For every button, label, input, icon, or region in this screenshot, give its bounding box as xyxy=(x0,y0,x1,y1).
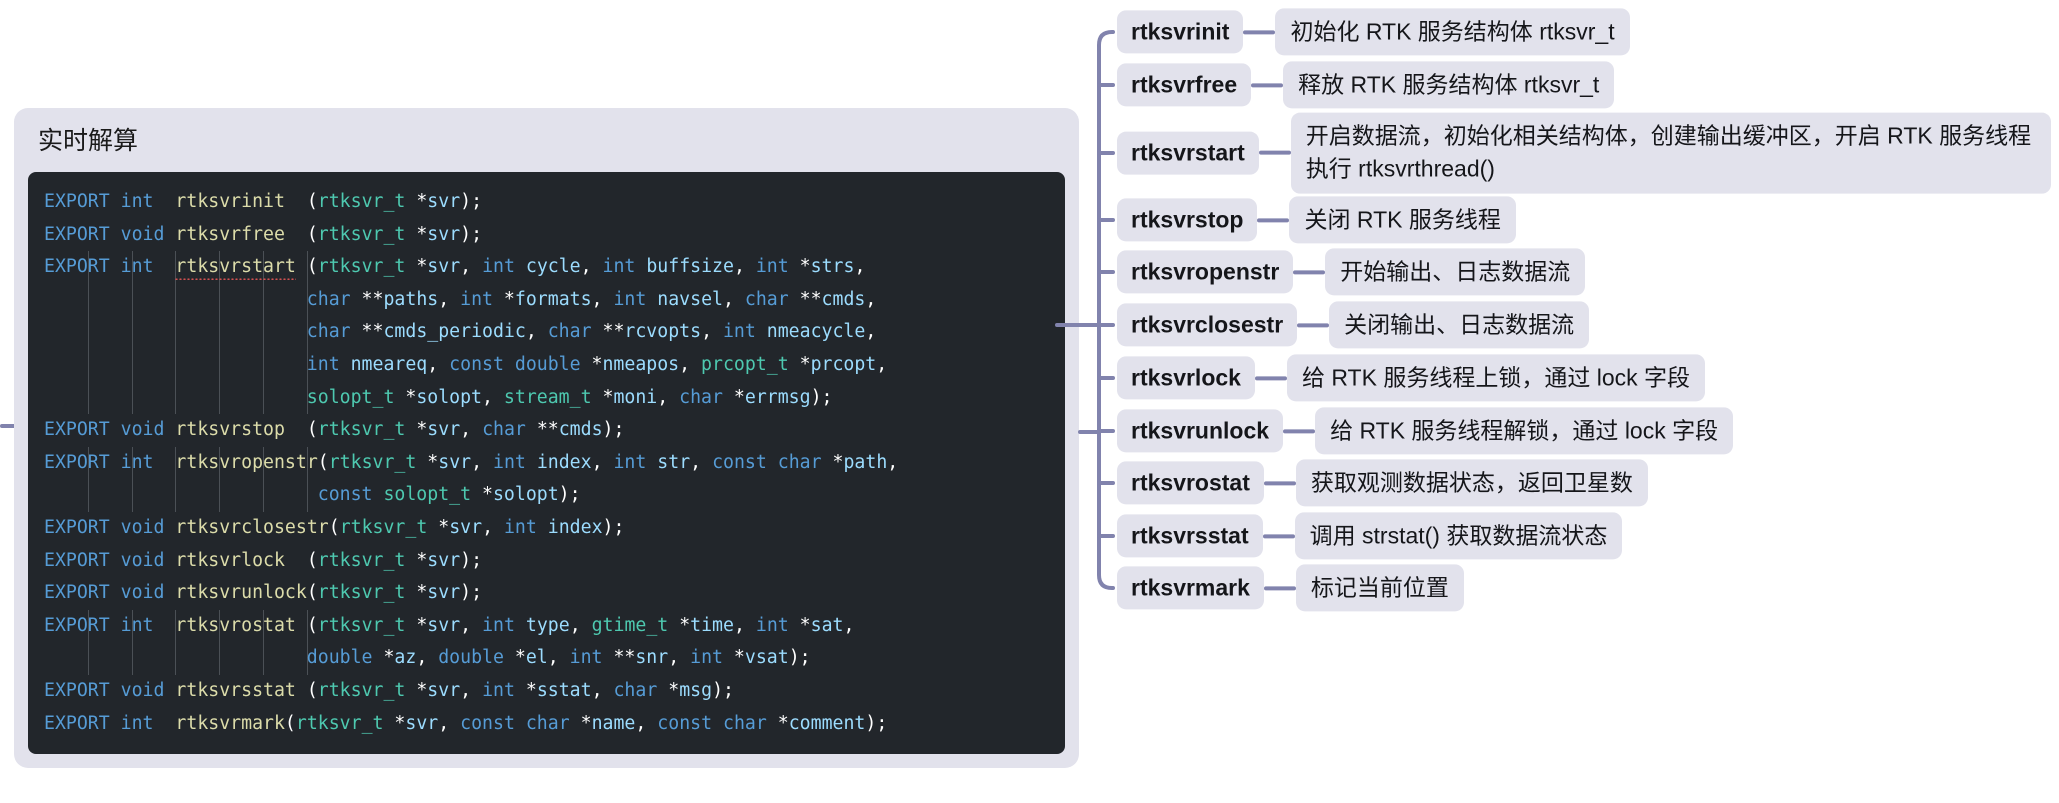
mindmap-desc-rtksvrlock[interactable]: 给 RTK 服务线程上锁，通过 lock 字段 xyxy=(1286,354,1706,402)
mindmap-desc-rtksvrostat[interactable]: 获取观测数据状态，返回卫星数 xyxy=(1295,459,1648,507)
mindmap-node-rtksvrclosestr[interactable]: rtksvrclosestr xyxy=(1117,303,1298,347)
mindmap-desc-rtksvropenstr[interactable]: 开始输出、日志数据流 xyxy=(1325,248,1586,296)
mindmap-desc-rtksvrclosestr[interactable]: 关闭输出、日志数据流 xyxy=(1329,301,1590,349)
mindmap-node-rtksvrstart[interactable]: rtksvrstart xyxy=(1117,131,1259,175)
node-link-bar xyxy=(1251,83,1284,87)
mindmap-row: rtksvrstop 关闭 RTK 服务线程 xyxy=(1117,196,1516,244)
card-title: 实时解算 xyxy=(38,127,139,155)
mindmap-node-rtksvrinit[interactable]: rtksvrinit xyxy=(1117,10,1244,54)
node-link-bar xyxy=(1293,270,1326,274)
mindmap-node-rtksvropenstr[interactable]: rtksvropenstr xyxy=(1117,250,1294,294)
mindmap-desc-rtksvrsstat[interactable]: 调用 strstat() 获取数据流状态 xyxy=(1294,512,1623,560)
mindmap-row: rtksvrfree 释放 RTK 服务结构体 rtksvr_t xyxy=(1117,61,1615,109)
mindmap-row: rtksvrclosestr 关闭输出、日志数据流 xyxy=(1117,301,1590,349)
mindmap-desc-rtksvrunlock[interactable]: 给 RTK 服务线程解锁，通过 lock 字段 xyxy=(1315,407,1734,455)
mindmap-desc-rtksvrstart[interactable]: 开启数据流，初始化相关结构体，创建输出缓冲区，开启 RTK 服务线程执行 rtk… xyxy=(1290,112,2051,194)
mindmap-node-rtksvrfree[interactable]: rtksvrfree xyxy=(1117,63,1252,107)
mindmap-row: rtksvrunlock 给 RTK 服务线程解锁，通过 lock 字段 xyxy=(1117,407,1734,455)
mindmap-node-rtksvrstop[interactable]: rtksvrstop xyxy=(1117,198,1258,242)
mindmap-node-rtksvrlock[interactable]: rtksvrlock xyxy=(1117,356,1255,400)
mindmap-node-rtksvrunlock[interactable]: rtksvrunlock xyxy=(1117,409,1284,453)
mindmap-desc-rtksvrmark[interactable]: 标记当前位置 xyxy=(1295,564,1464,612)
mindmap-row: rtksvrinit 初始化 RTK 服务结构体 rtksvr_t xyxy=(1117,8,1630,56)
mindmap-row: rtksvrsstat 调用 strstat() 获取数据流状态 xyxy=(1117,512,1623,560)
node-link-bar xyxy=(1243,30,1276,34)
code-card: 实时解算 EXPORT int rtksvrinit (rtksvr_t *sv… xyxy=(14,108,1079,769)
node-link-bar xyxy=(1297,323,1330,327)
node-link-bar xyxy=(1263,586,1296,590)
code-listing[interactable]: EXPORT int rtksvrinit (rtksvr_t *svr); E… xyxy=(28,186,1065,740)
mindmap-row: rtksvrostat 获取观测数据状态，返回卫星数 xyxy=(1117,459,1648,507)
mindmap-desc-rtksvrinit[interactable]: 初始化 RTK 服务结构体 rtksvr_t xyxy=(1275,8,1630,56)
mindmap-row: rtksvrlock 给 RTK 服务线程上锁，通过 lock 字段 xyxy=(1117,354,1706,402)
diagram-canvas: 实时解算 EXPORT int rtksvrinit (rtksvr_t *sv… xyxy=(0,0,2059,803)
node-link-bar xyxy=(1262,534,1295,538)
mindmap-row: rtksvrstart 开启数据流，初始化相关结构体，创建输出缓冲区，开启 RTK… xyxy=(1117,112,2051,194)
node-link-bar xyxy=(1263,481,1296,485)
node-link-bar xyxy=(1254,376,1287,380)
mindmap-row: rtksvropenstr 开始输出、日志数据流 xyxy=(1117,248,1586,296)
node-link-bar xyxy=(1283,429,1316,433)
node-link-bar xyxy=(1258,151,1291,155)
mindmap-node-rtksvrsstat[interactable]: rtksvrsstat xyxy=(1117,514,1263,558)
mindmap: rtksvrinit 初始化 RTK 服务结构体 rtksvr_t rtksvrfr… xyxy=(1055,0,2059,803)
mindmap-node-rtksvrmark[interactable]: rtksvrmark xyxy=(1117,566,1264,610)
mindmap-row: rtksvrmark 标记当前位置 xyxy=(1117,564,1464,612)
code-block: EXPORT int rtksvrinit (rtksvr_t *svr); E… xyxy=(28,172,1065,755)
mindmap-node-rtksvrostat[interactable]: rtksvrostat xyxy=(1117,461,1264,505)
mindmap-desc-rtksvrfree[interactable]: 释放 RTK 服务结构体 rtksvr_t xyxy=(1283,61,1615,109)
mindmap-desc-rtksvrstop[interactable]: 关闭 RTK 服务线程 xyxy=(1289,196,1516,244)
node-link-bar xyxy=(1257,218,1290,222)
